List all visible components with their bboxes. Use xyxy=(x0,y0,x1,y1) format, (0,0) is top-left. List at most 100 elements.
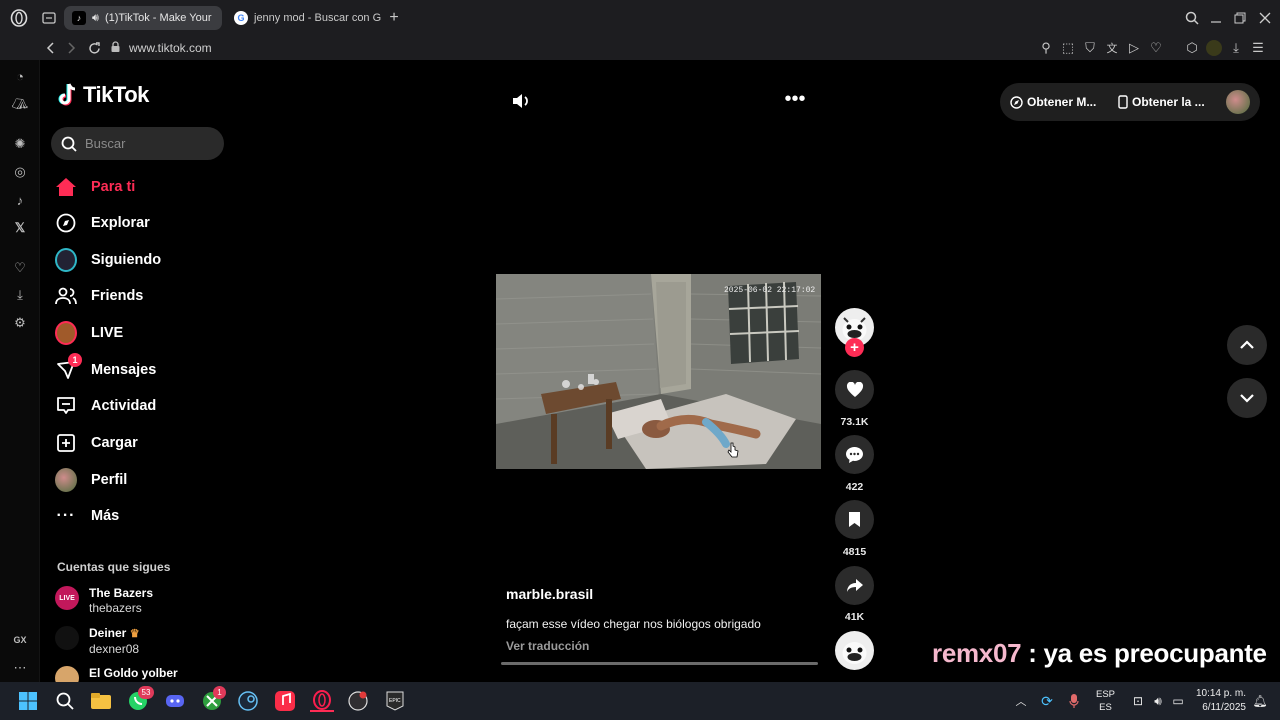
obs-icon[interactable] xyxy=(346,690,370,712)
phone-icon xyxy=(1118,95,1128,109)
lock-icon[interactable] xyxy=(110,40,121,56)
pin-icon[interactable]: ⚲ xyxy=(1036,38,1056,58)
clock[interactable]: 10:14 p. m. 6/11/2025 xyxy=(1194,687,1246,715)
comment-button[interactable] xyxy=(835,435,874,474)
forward-icon[interactable] xyxy=(62,38,82,58)
discord-icon[interactable] xyxy=(163,690,187,712)
workspaces-icon[interactable] xyxy=(39,8,59,28)
profile-avatar-icon[interactable] xyxy=(1204,38,1224,58)
video-author[interactable]: marble.brasil xyxy=(506,586,593,602)
menu-icon[interactable]: ☰ xyxy=(1248,38,1268,58)
tab-google-search[interactable]: G jenny mod - Buscar con G xyxy=(226,6,381,30)
nav-cargar[interactable]: Cargar xyxy=(55,428,138,458)
adblock-shield-icon[interactable]: ⛉ xyxy=(1080,38,1100,58)
tiktok-logo[interactable]: TikTok xyxy=(57,82,149,108)
sound-disc-avatar[interactable] xyxy=(835,631,874,670)
nav-actividad[interactable]: Actividad xyxy=(55,391,156,421)
video-frame-image: 2025-06-02 22:17:02 xyxy=(496,274,821,469)
minimize-icon[interactable] xyxy=(1206,8,1226,28)
nav-friends[interactable]: Friends xyxy=(55,281,143,311)
tiktok-sidebar-icon[interactable]: ♪ xyxy=(10,190,30,210)
nav-explorar[interactable]: Explorar xyxy=(55,208,150,238)
chat-separator: : xyxy=(1021,638,1044,668)
nav-perfil[interactable]: Perfil xyxy=(55,465,127,495)
account-avatar: LIVE xyxy=(55,586,79,610)
tab-title: (1)TikTok - Make Your xyxy=(104,12,212,24)
gx-corner-icon[interactable]: ⛺︎ xyxy=(10,94,30,114)
video-progress-bar[interactable] xyxy=(501,662,818,665)
instagram-icon[interactable]: ◎ xyxy=(10,162,30,182)
downloads-icon[interactable]: ⤓ xyxy=(1226,38,1246,58)
file-explorer-icon[interactable] xyxy=(89,690,113,712)
video-player[interactable]: 2025-06-02 22:17:02 xyxy=(496,274,821,469)
taskbar-search-icon[interactable] xyxy=(53,690,77,712)
language-indicator[interactable]: ESP ES xyxy=(1096,688,1115,714)
battery-icon[interactable]: ▭ xyxy=(1166,690,1190,712)
more-dots-icon[interactable]: ⋯ xyxy=(10,658,30,678)
steam-icon[interactable] xyxy=(236,690,260,712)
get-app-button-1[interactable]: Obtener M... xyxy=(1010,95,1110,109)
volume-icon[interactable] xyxy=(511,92,533,112)
send-icon[interactable]: ▷ xyxy=(1124,38,1144,58)
windows-start-icon[interactable] xyxy=(16,690,40,712)
xbox-icon[interactable]: 1 xyxy=(200,686,226,712)
translate-icon[interactable]: 文 xyxy=(1102,38,1122,58)
url-field[interactable]: www.tiktok.com xyxy=(110,37,1177,59)
opera-gx-taskbar-icon[interactable] xyxy=(310,690,334,712)
gx-label[interactable]: GX xyxy=(10,630,30,650)
show-hidden-icons[interactable]: ︿ xyxy=(1009,690,1033,712)
back-icon[interactable] xyxy=(40,38,60,58)
nav-mensajes[interactable]: 1 Mensajes xyxy=(55,353,156,385)
apple-music-icon[interactable] xyxy=(273,690,297,712)
microphone-icon[interactable] xyxy=(1062,690,1086,712)
like-button[interactable] xyxy=(835,370,874,409)
get-app-button-2[interactable]: Obtener la ... xyxy=(1118,95,1218,109)
tiktok-favicon-icon: ♪ xyxy=(72,11,86,25)
speed-dial-icon[interactable]: ◔ xyxy=(10,66,30,86)
account-item[interactable]: LIVE The Bazers thebazers xyxy=(55,586,153,616)
opera-logo-icon[interactable] xyxy=(9,8,29,28)
nav-live[interactable]: LIVE xyxy=(55,318,123,348)
extensions-icon[interactable]: ⬡ xyxy=(1182,38,1202,58)
next-video-button[interactable] xyxy=(1227,378,1267,418)
speaker-icon[interactable]: 🔊︎ xyxy=(92,12,99,25)
x-twitter-icon[interactable]: 𝕏 xyxy=(10,218,30,238)
restore-icon[interactable] xyxy=(1230,8,1250,28)
previous-video-button[interactable] xyxy=(1227,325,1267,365)
user-avatar[interactable] xyxy=(1226,90,1250,114)
get-app-label-1: Obtener M... xyxy=(1027,95,1097,109)
snapshot-icon[interactable]: ⬚ xyxy=(1058,38,1078,58)
share-button[interactable] xyxy=(835,566,874,605)
nav-para-ti[interactable]: Para ti xyxy=(55,172,135,202)
clock-time: 10:14 p. m. xyxy=(1195,688,1246,699)
address-bar-row: www.tiktok.com ⚲ ⬚ ⛉ 文 ▷ ♡ ⬡ ⤓ ☰ xyxy=(0,36,1280,60)
close-window-icon[interactable] xyxy=(1255,8,1275,28)
nav-label: Perfil xyxy=(91,472,128,488)
search-input[interactable]: Buscar xyxy=(51,127,224,160)
chatgpt-icon[interactable]: ✺ xyxy=(10,134,30,154)
settings-gear-icon[interactable]: ⚙ xyxy=(10,313,30,333)
save-count: 4815 xyxy=(842,546,867,558)
epic-games-icon[interactable]: EPIC xyxy=(383,690,407,712)
whatsapp-icon[interactable]: 53 xyxy=(126,686,154,712)
downloads-sidebar-icon[interactable]: ⤓ xyxy=(10,285,30,305)
translate-link[interactable]: Ver traducción xyxy=(506,639,589,653)
sync-icon[interactable]: ⟳ xyxy=(1035,690,1059,712)
account-name: The Bazers xyxy=(89,586,154,600)
reload-icon[interactable] xyxy=(84,38,104,58)
tab-tiktok[interactable]: ♪ 🔊︎ (1)TikTok - Make Your xyxy=(64,6,222,30)
favorites-heart-icon[interactable]: ♡ xyxy=(10,258,30,278)
account-avatar xyxy=(55,626,79,650)
nav-siguiendo[interactable]: Siguiendo xyxy=(55,245,161,275)
new-tab-button[interactable]: + xyxy=(384,8,404,28)
follow-plus-button[interactable]: + xyxy=(845,338,864,357)
account-item[interactable]: Deiner ♛ dexner08 xyxy=(55,626,140,657)
search-tabs-icon[interactable] xyxy=(1182,8,1202,28)
save-button[interactable] xyxy=(835,500,874,539)
notifications-icon[interactable]: 🔔︎ xyxy=(1248,690,1272,712)
heart-icon[interactable]: ♡ xyxy=(1146,38,1166,58)
video-options-icon[interactable]: ••• xyxy=(784,89,806,112)
messages-icon: 1 xyxy=(55,353,82,381)
nav-mas[interactable]: ··· Más xyxy=(55,501,120,531)
compass-small-icon xyxy=(1010,95,1023,109)
